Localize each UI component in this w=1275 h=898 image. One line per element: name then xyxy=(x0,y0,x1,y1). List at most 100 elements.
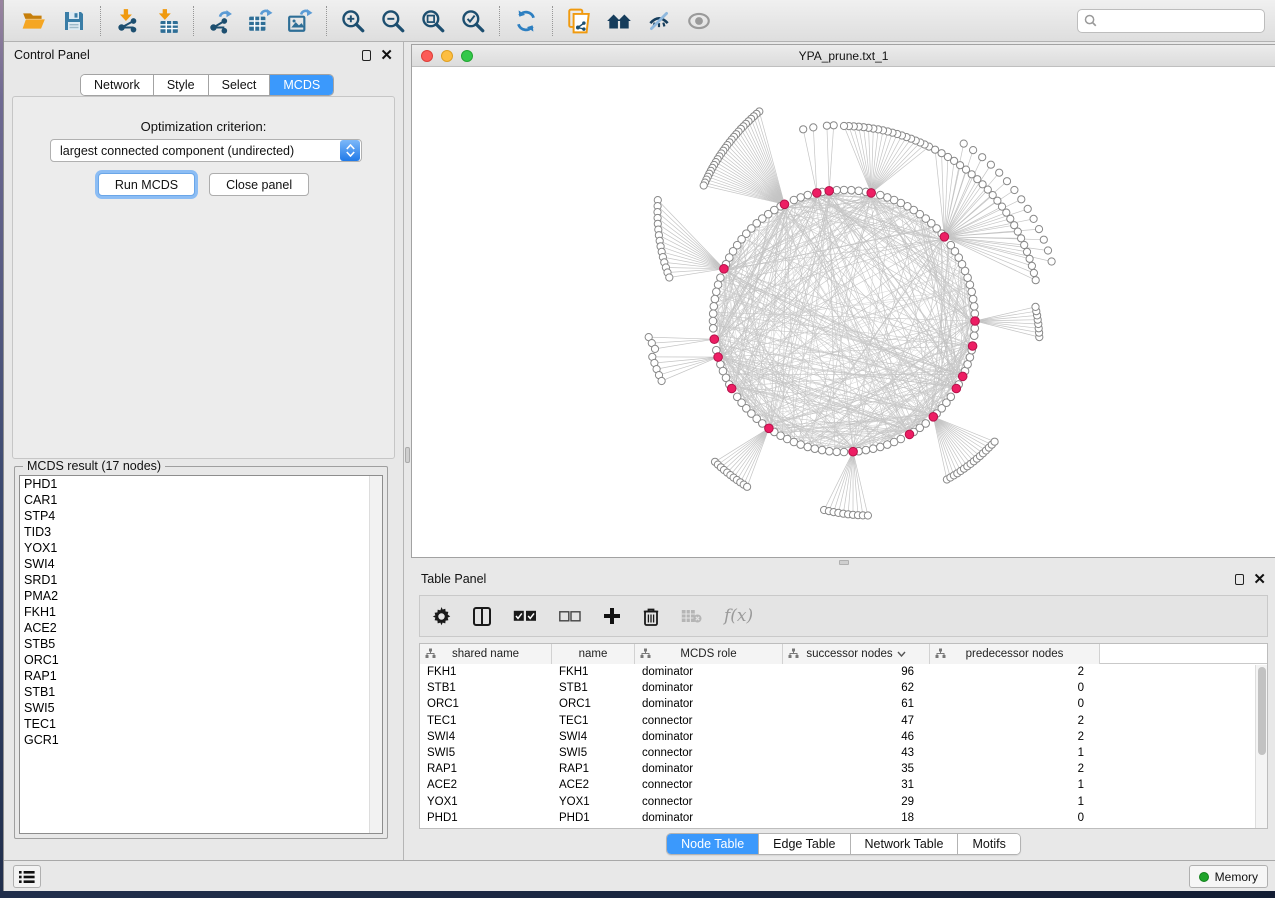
mcds-result-item[interactable]: PMA2 xyxy=(20,588,382,604)
table-row[interactable]: SWI5SWI5connector431 xyxy=(420,745,1267,761)
network-node[interactable] xyxy=(713,288,721,296)
first-neighbors-icon[interactable] xyxy=(599,3,639,39)
table-cell[interactable]: FKH1 xyxy=(552,666,635,678)
table-cell[interactable]: TEC1 xyxy=(552,715,635,727)
network-node[interactable] xyxy=(1026,255,1033,262)
network-node[interactable] xyxy=(1035,226,1042,233)
table-cell[interactable]: ORC1 xyxy=(552,698,635,710)
show-column-panel-icon[interactable] xyxy=(473,607,491,626)
table-cell[interactable]: connector xyxy=(635,796,783,808)
network-node[interactable] xyxy=(804,191,812,199)
network-node[interactable] xyxy=(811,445,819,453)
network-node[interactable] xyxy=(991,438,998,445)
table-cell[interactable]: dominator xyxy=(635,763,783,775)
table-cell[interactable]: ACE2 xyxy=(420,779,552,791)
table-cell[interactable]: 61 xyxy=(783,698,930,710)
table-row[interactable]: SWI4SWI4dominator462 xyxy=(420,729,1267,745)
table-cell[interactable]: 18 xyxy=(783,812,930,824)
dropdown-stepper-icon[interactable] xyxy=(340,140,360,161)
table-cell[interactable]: SWI5 xyxy=(420,747,552,759)
network-node[interactable] xyxy=(969,295,977,303)
network-node[interactable] xyxy=(1032,303,1039,310)
zoom-selected-icon[interactable] xyxy=(453,3,493,39)
network-node[interactable] xyxy=(1011,186,1018,193)
table-cell[interactable]: 35 xyxy=(783,763,930,775)
table-row[interactable]: PHD1PHD1dominator180 xyxy=(420,810,1267,826)
table-cell[interactable]: 2 xyxy=(930,763,1100,775)
tab-motifs[interactable]: Motifs xyxy=(957,834,1019,854)
export-network-icon[interactable] xyxy=(200,3,240,39)
column-header-shared-name[interactable]: shared name xyxy=(420,644,552,664)
vertical-splitter[interactable] xyxy=(403,42,411,860)
mcds-result-list[interactable]: PHD1CAR1STP4TID3YOX1SWI4SRD1PMA2FKH1ACE2… xyxy=(19,475,383,834)
network-node[interactable] xyxy=(651,345,658,352)
table-cell[interactable]: dominator xyxy=(635,666,783,678)
network-node[interactable] xyxy=(709,325,717,333)
table-cell[interactable]: dominator xyxy=(635,682,783,694)
network-node[interactable] xyxy=(855,187,863,195)
network-node[interactable] xyxy=(833,186,841,194)
zoom-in-icon[interactable] xyxy=(333,3,373,39)
network-hub-node[interactable] xyxy=(849,447,858,456)
column-header-name[interactable]: name xyxy=(552,644,635,664)
search-field[interactable] xyxy=(1077,9,1265,33)
mcds-result-item[interactable]: GCR1 xyxy=(20,732,382,748)
table-cell[interactable]: 1 xyxy=(930,747,1100,759)
mcds-list-scrollbar[interactable] xyxy=(369,476,382,833)
tab-edge-table[interactable]: Edge Table xyxy=(758,834,849,854)
network-node[interactable] xyxy=(711,295,719,303)
horizontal-splitter[interactable] xyxy=(411,558,1275,566)
zoom-out-icon[interactable] xyxy=(373,3,413,39)
network-node[interactable] xyxy=(666,274,673,281)
mcds-result-item[interactable]: STB5 xyxy=(20,636,382,652)
network-node[interactable] xyxy=(964,361,972,369)
network-hub-node[interactable] xyxy=(952,384,961,393)
zoom-fit-icon[interactable] xyxy=(413,3,453,39)
minimize-window-icon[interactable] xyxy=(441,50,453,62)
table-cell[interactable]: dominator xyxy=(635,812,783,824)
table-cell[interactable]: connector xyxy=(635,747,783,759)
task-history-button[interactable] xyxy=(13,865,41,888)
network-node[interactable] xyxy=(884,194,892,202)
network-node[interactable] xyxy=(947,393,955,401)
maximize-window-icon[interactable] xyxy=(461,50,473,62)
network-node[interactable] xyxy=(877,191,885,199)
network-node[interactable] xyxy=(864,512,871,519)
mcds-result-item[interactable]: SWI5 xyxy=(20,700,382,716)
network-hub-node[interactable] xyxy=(710,335,719,344)
tab-mcds[interactable]: MCDS xyxy=(269,75,333,95)
column-header-MCDS-role[interactable]: MCDS role xyxy=(635,644,783,664)
table-cell[interactable]: 0 xyxy=(930,812,1100,824)
table-cell[interactable]: YOX1 xyxy=(552,796,635,808)
network-node[interactable] xyxy=(833,448,841,456)
network-node[interactable] xyxy=(932,146,939,153)
mcds-result-item[interactable]: CAR1 xyxy=(20,492,382,508)
mcds-result-item[interactable]: STP4 xyxy=(20,508,382,524)
table-scrollbar[interactable] xyxy=(1255,665,1267,828)
table-scrollbar-thumb[interactable] xyxy=(1258,667,1266,755)
open-session-icon[interactable] xyxy=(14,3,54,39)
refresh-layout-icon[interactable] xyxy=(506,3,546,39)
network-node[interactable] xyxy=(966,281,974,289)
network-node[interactable] xyxy=(1048,258,1055,265)
network-node[interactable] xyxy=(1023,248,1030,255)
table-cell[interactable]: 31 xyxy=(783,779,930,791)
tab-style[interactable]: Style xyxy=(153,75,208,95)
table-cell[interactable]: 2 xyxy=(930,715,1100,727)
network-node[interactable] xyxy=(1032,277,1039,284)
table-cell[interactable]: RAP1 xyxy=(552,763,635,775)
table-cell[interactable]: 43 xyxy=(783,747,930,759)
network-hub-node[interactable] xyxy=(867,189,876,198)
unselect-all-columns-icon[interactable] xyxy=(559,611,581,622)
import-network-icon[interactable] xyxy=(107,3,147,39)
table-row[interactable]: RAP1RAP1dominator352 xyxy=(420,761,1267,777)
table-row[interactable]: FKH1FKH1dominator962 xyxy=(420,664,1267,680)
network-node[interactable] xyxy=(960,140,967,147)
mcds-result-item[interactable]: PHD1 xyxy=(20,476,382,492)
hide-selected-icon[interactable] xyxy=(639,3,679,39)
network-node[interactable] xyxy=(810,124,817,131)
network-node[interactable] xyxy=(818,446,826,454)
save-session-icon[interactable] xyxy=(54,3,94,39)
table-settings-gear-icon[interactable] xyxy=(432,607,451,626)
network-node[interactable] xyxy=(970,147,977,154)
